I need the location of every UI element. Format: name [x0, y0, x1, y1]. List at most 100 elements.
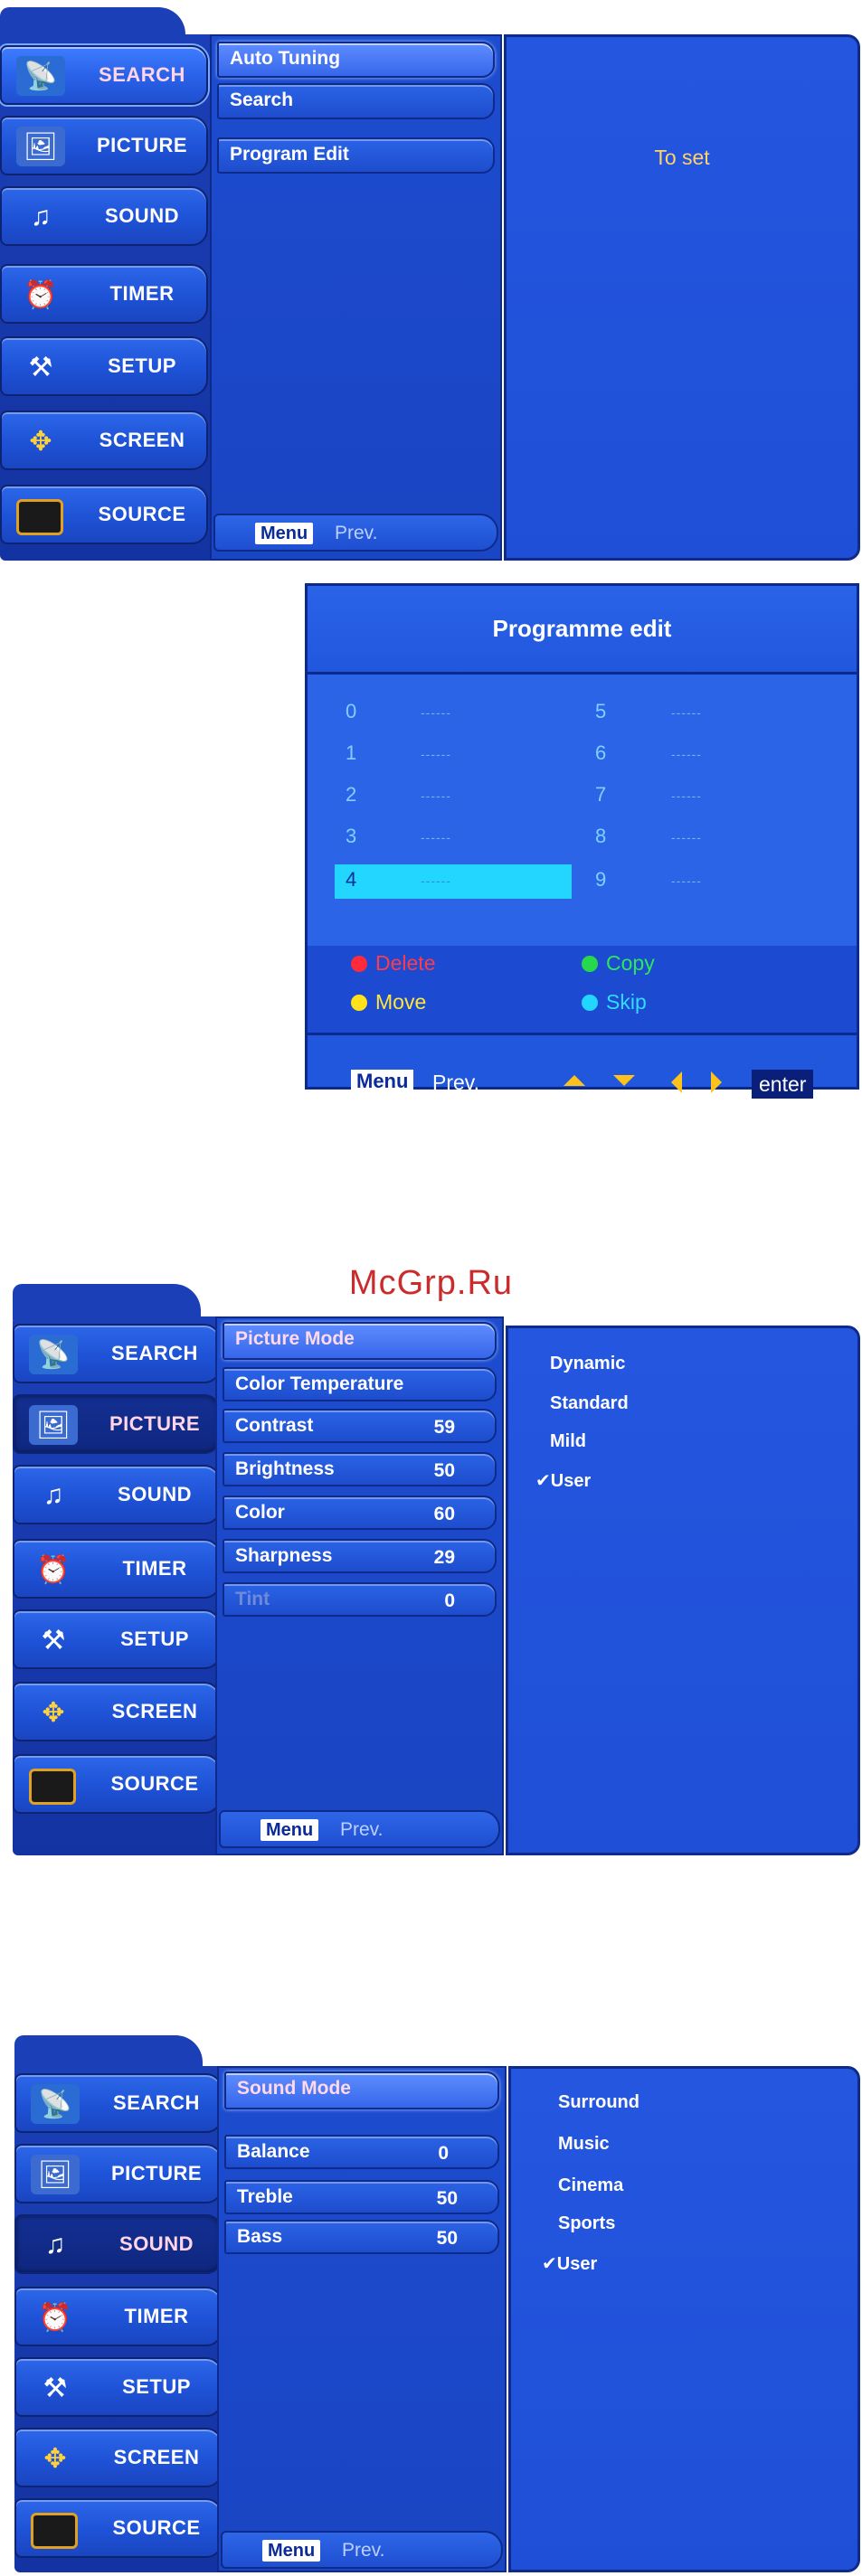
- tools-icon: ⚒: [41, 1625, 66, 1656]
- tab-sound[interactable]: ♫ SOUND: [13, 1465, 221, 1524]
- tab-source[interactable]: SOURCE: [0, 485, 208, 544]
- skip-label[interactable]: Skip: [606, 990, 647, 1014]
- programme-edit-dialog: Programme edit 0 ------ 1 ------ 2 -----…: [305, 583, 859, 1099]
- tab-search[interactable]: 📡 SEARCH: [14, 2073, 223, 2133]
- tab-search[interactable]: 📡 SEARCH: [0, 45, 208, 105]
- menu-item-sound-mode[interactable]: Sound Mode: [224, 2071, 499, 2109]
- tab-source[interactable]: SOURCE: [14, 2498, 223, 2558]
- channel-name[interactable]: ------: [421, 788, 451, 803]
- channel-number: 6: [595, 741, 607, 764]
- item-value: 60: [433, 1504, 455, 1524]
- tab-screen[interactable]: ✥ SCREEN: [13, 1682, 221, 1741]
- enter-key[interactable]: enter: [752, 1070, 814, 1099]
- picture-icon: 🖼: [16, 127, 65, 166]
- clock-icon: ⏰: [38, 2302, 72, 2333]
- picture-menu-screen: 📡 SEARCH 🖼 PICTURE ♫ SOUND ⏰ TIMER ⚒ SET…: [0, 1284, 862, 1855]
- info-panel: To set: [504, 34, 860, 561]
- item-label: Color Temperature: [235, 1373, 404, 1394]
- menu-key[interactable]: Menu: [351, 1070, 414, 1093]
- clock-icon: ⏰: [24, 279, 58, 310]
- channel-number: 3: [346, 825, 357, 847]
- tab-screen[interactable]: ✥ SCREEN: [0, 410, 208, 470]
- item-label: Search: [230, 90, 294, 110]
- channel-name[interactable]: ------: [671, 830, 702, 845]
- menu-item-picture-mode[interactable]: Picture Mode: [223, 1322, 497, 1360]
- yellow-dot-icon: [351, 995, 367, 1011]
- channel-name[interactable]: ------: [671, 747, 702, 761]
- channel-number: 1: [346, 741, 357, 764]
- channel-name[interactable]: ------: [421, 705, 451, 720]
- menu-items-panel: Auto Tuning Search Program Edit Menu Pre…: [210, 34, 502, 561]
- item-label: Balance: [237, 2141, 310, 2162]
- option-music[interactable]: Music: [558, 2134, 610, 2155]
- tab-timer[interactable]: ⏰ TIMER: [14, 2287, 223, 2346]
- tab-sound[interactable]: ♫ SOUND: [0, 186, 208, 246]
- item-value: 0: [438, 2143, 449, 2164]
- arrow-left-icon[interactable]: [671, 1071, 682, 1093]
- menu-item-search[interactable]: Search: [217, 83, 495, 119]
- menu-key[interactable]: Menu: [255, 523, 314, 544]
- item-value: 0: [444, 1590, 455, 1611]
- option-user[interactable]: ✔User: [542, 2252, 597, 2275]
- option-surround[interactable]: Surround: [558, 2092, 639, 2113]
- tab-label: TIMER: [109, 282, 175, 305]
- move-label[interactable]: Move: [375, 990, 426, 1014]
- tab-label: SETUP: [108, 354, 176, 377]
- options-panel: Surround Music Cinema Sports ✔User: [508, 2066, 860, 2572]
- channel-number: 0: [346, 700, 357, 722]
- menu-item-color-temperature[interactable]: Color Temperature: [223, 1367, 497, 1401]
- option-dynamic[interactable]: Dynamic: [550, 1354, 625, 1374]
- item-label: Color: [235, 1502, 285, 1523]
- option-cinema[interactable]: Cinema: [558, 2175, 623, 2196]
- menu-item-color[interactable]: Color 60: [223, 1496, 497, 1530]
- arrow-down-icon[interactable]: [613, 1075, 635, 1086]
- menu-item-program-edit[interactable]: Program Edit: [217, 137, 495, 174]
- option-standard[interactable]: Standard: [550, 1393, 629, 1414]
- tab-screen[interactable]: ✥ SCREEN: [14, 2428, 223, 2487]
- tab-setup[interactable]: ⚒ SETUP: [0, 336, 208, 396]
- copy-label[interactable]: Copy: [606, 951, 655, 976]
- menu-item-sharpness[interactable]: Sharpness 29: [223, 1539, 497, 1573]
- item-value: 29: [433, 1547, 455, 1568]
- menu-key[interactable]: Menu: [260, 1819, 319, 1841]
- tools-icon: ⚒: [43, 2373, 68, 2403]
- tab-search[interactable]: 📡 SEARCH: [13, 1324, 221, 1383]
- menu-item-bass[interactable]: Bass 50: [224, 2220, 499, 2254]
- channel-name[interactable]: ------: [671, 788, 702, 803]
- menu-item-tint: Tint 0: [223, 1582, 497, 1617]
- menu-item-contrast[interactable]: Contrast 59: [223, 1409, 497, 1443]
- channel-name[interactable]: ------: [421, 747, 451, 761]
- selected-row-highlight: [335, 864, 572, 899]
- delete-label[interactable]: Delete: [375, 951, 435, 976]
- arrow-right-icon[interactable]: [711, 1071, 722, 1093]
- tab-sound[interactable]: ♫ SOUND: [14, 2214, 223, 2274]
- menu-item-treble[interactable]: Treble 50: [224, 2180, 499, 2214]
- menu-item-balance[interactable]: Balance 0: [224, 2135, 499, 2169]
- menu-item-auto-tuning[interactable]: Auto Tuning: [217, 42, 495, 78]
- tab-setup[interactable]: ⚒ SETUP: [13, 1609, 221, 1669]
- prev-label: Prev.: [342, 2540, 385, 2561]
- menu-items-panel: Sound Mode Balance 0 Treble 50 Bass 50 M…: [217, 2066, 507, 2572]
- channel-name[interactable]: ------: [671, 873, 702, 888]
- option-user[interactable]: ✔User: [535, 1469, 591, 1492]
- channel-name-selected[interactable]: ------: [421, 873, 451, 888]
- option-mild[interactable]: Mild: [550, 1431, 586, 1452]
- tab-timer[interactable]: ⏰ TIMER: [0, 264, 208, 324]
- tab-source[interactable]: SOURCE: [13, 1754, 221, 1814]
- channel-name[interactable]: ------: [671, 705, 702, 720]
- menu-item-brightness[interactable]: Brightness 50: [223, 1452, 497, 1486]
- option-sports[interactable]: Sports: [558, 2213, 615, 2234]
- satellite-icon: 📡: [31, 2084, 80, 2124]
- tab-picture[interactable]: 🖼 PICTURE: [14, 2144, 223, 2203]
- tab-setup[interactable]: ⚒ SETUP: [14, 2357, 223, 2417]
- tab-picture[interactable]: 🖼 PICTURE: [13, 1394, 221, 1454]
- tab-picture[interactable]: 🖼 PICTURE: [0, 116, 208, 175]
- channel-name[interactable]: ------: [421, 830, 451, 845]
- item-label: Auto Tuning: [230, 48, 341, 69]
- item-value: 59: [433, 1417, 455, 1438]
- music-note-icon: ♫: [30, 202, 52, 231]
- tab-timer[interactable]: ⏰ TIMER: [13, 1539, 221, 1599]
- arrow-up-icon[interactable]: [564, 1075, 585, 1086]
- red-dot-icon: [351, 956, 367, 972]
- menu-key[interactable]: Menu: [262, 2540, 321, 2562]
